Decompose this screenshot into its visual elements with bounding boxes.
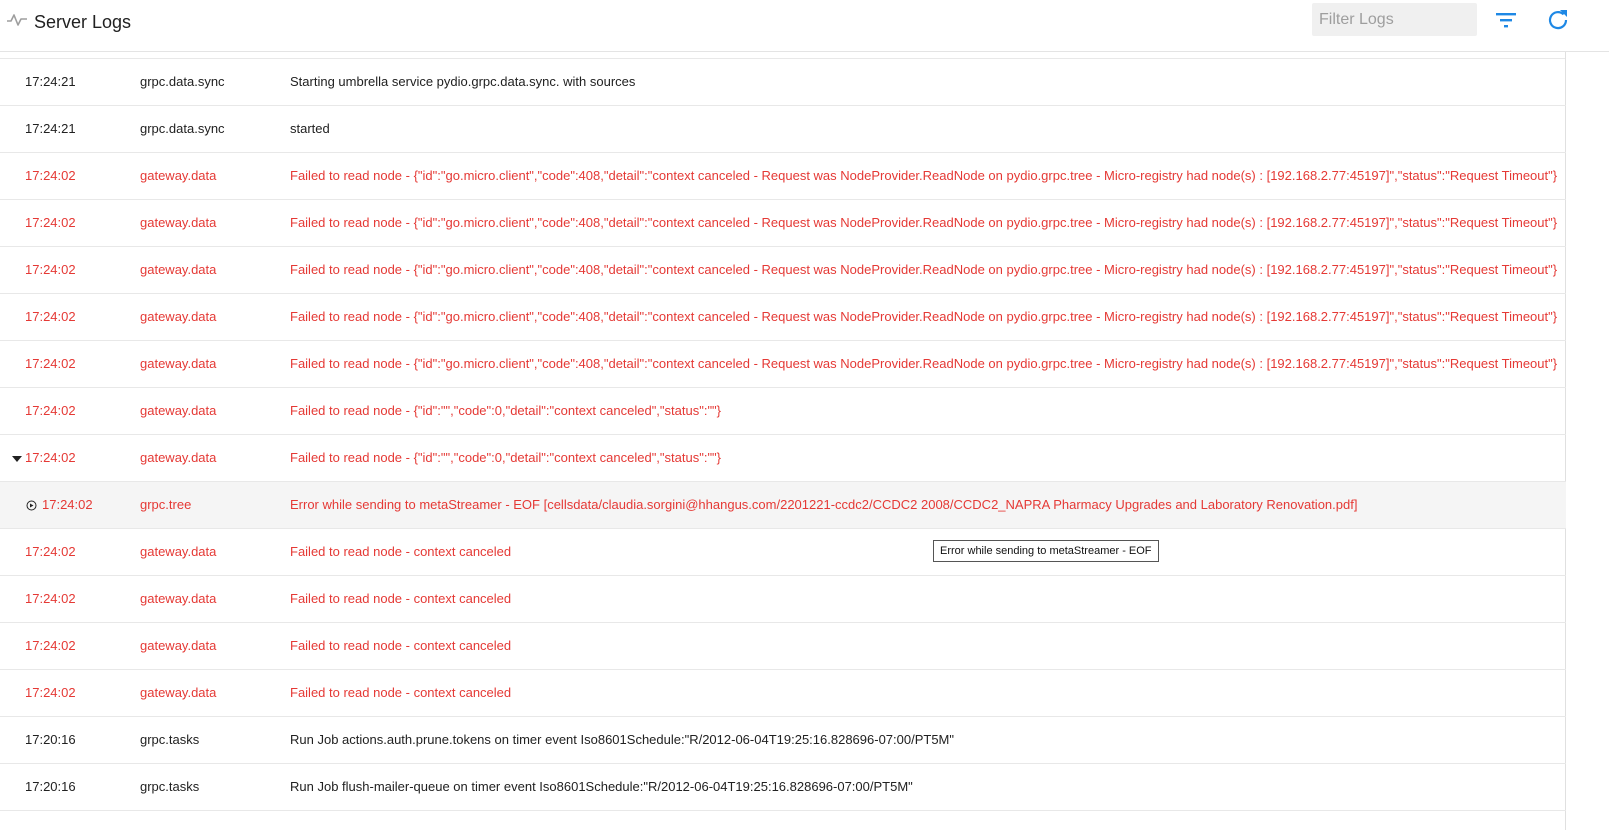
log-service: grpc.tree xyxy=(140,497,192,512)
filter-list-icon[interactable] xyxy=(1494,10,1518,30)
child-entry-icon xyxy=(26,500,37,511)
log-service: grpc.data.sync xyxy=(140,74,225,89)
log-time: 17:20:16 xyxy=(25,779,76,794)
log-message: Failed to read node - {"id":"","code":0,… xyxy=(290,403,722,418)
log-message: started xyxy=(290,121,330,136)
log-service: grpc.tasks xyxy=(140,732,200,747)
log-row[interactable]: 17:24:02 gateway.data Failed to read node … xyxy=(0,294,1566,341)
log-message: Failed to read node - {"id":"go.micro.cl… xyxy=(290,309,1558,324)
log-service: gateway.data xyxy=(140,544,217,559)
log-message: Failed to read node - context canceled xyxy=(290,685,512,700)
refresh-icon[interactable] xyxy=(1546,8,1570,32)
message-tooltip: Error while sending to metaStreamer - EO… xyxy=(933,540,1159,562)
page-title: Server Logs xyxy=(34,12,132,32)
log-message: Failed to read node - {"id":"go.micro.cl… xyxy=(290,356,1558,371)
log-time: 17:24:02 xyxy=(42,497,93,512)
log-row[interactable]: 17:24:02 gateway.data Failed to read node … xyxy=(0,153,1566,200)
log-service: gateway.data xyxy=(140,591,217,606)
app-header: Server Logs xyxy=(0,0,1609,52)
log-service: gateway.data xyxy=(140,356,217,371)
expand-caret-icon[interactable] xyxy=(12,456,22,462)
log-message: Run Job actions.auth.prune.tokens on tim… xyxy=(290,732,954,747)
log-row[interactable]: 17:24:02 gateway.data Failed to read node … xyxy=(0,670,1566,717)
log-message: Starting umbrella service pydio.grpc.dat… xyxy=(290,74,636,89)
log-service: gateway.data xyxy=(140,168,217,183)
log-row-detail[interactable]: 17:24:02 grpc.tree Error while sending to … xyxy=(0,482,1566,529)
filter-logs-input[interactable] xyxy=(1312,3,1477,36)
log-time: 17:24:02 xyxy=(25,168,76,183)
log-time: 17:24:02 xyxy=(25,215,76,230)
log-time: 17:24:02 xyxy=(25,262,76,277)
log-service: grpc.data.sync xyxy=(140,121,225,136)
log-time: 17:24:21 xyxy=(25,121,76,136)
log-time: 17:24:02 xyxy=(25,638,76,653)
log-time: 17:24:21 xyxy=(25,74,76,89)
log-message: Failed to read node - context canceled xyxy=(290,591,512,606)
log-row[interactable]: 17:24:21 grpc.data.sync Starting umbrella … xyxy=(0,59,1566,106)
log-time: 17:24:02 xyxy=(25,356,76,371)
log-time: 17:24:02 xyxy=(25,685,76,700)
log-row[interactable]: 17:24:02 gateway.data Failed to read node … xyxy=(0,576,1566,623)
log-row[interactable]: 17:24:02 gateway.data Failed to read node … xyxy=(0,200,1566,247)
log-service: gateway.data xyxy=(140,403,217,418)
log-service: gateway.data xyxy=(140,215,217,230)
log-row[interactable]: 17:24:21 grpc.data.sync started xyxy=(0,106,1566,153)
log-service: gateway.data xyxy=(140,309,217,324)
log-row[interactable]: 17:24:02 gateway.data Failed to read node … xyxy=(0,247,1566,294)
log-message: Failed to read node - {"id":"","code":0,… xyxy=(290,450,722,465)
log-message: Failed to read node - context canceled xyxy=(290,544,512,559)
log-time: 17:24:02 xyxy=(25,591,76,606)
log-row[interactable]: 17:24:02 gateway.data Failed to read node … xyxy=(0,529,1566,576)
pulse-icon xyxy=(7,14,27,26)
log-row[interactable]: 17:24:02 gateway.data Failed to read node … xyxy=(0,341,1566,388)
log-message: Run Job flush-mailer-queue on timer even… xyxy=(290,779,913,794)
log-service: gateway.data xyxy=(140,638,217,653)
log-service: grpc.tasks xyxy=(140,779,200,794)
log-row[interactable]: 17:24:02 gateway.data Failed to read node … xyxy=(0,388,1566,435)
log-time: 17:24:02 xyxy=(25,403,76,418)
log-service: gateway.data xyxy=(140,450,217,465)
log-time: 17:20:16 xyxy=(25,732,76,747)
log-service: gateway.data xyxy=(140,262,217,277)
log-row[interactable]: 17:20:16 grpc.tasks Run Job actions.auth.p… xyxy=(0,717,1566,764)
log-message: Error while sending to metaStreamer - EO… xyxy=(290,497,1358,512)
log-service: gateway.data xyxy=(140,685,217,700)
log-message: Failed to read node - {"id":"go.micro.cl… xyxy=(290,215,1558,230)
log-time: 17:24:02 xyxy=(25,309,76,324)
log-time: 17:24:02 xyxy=(25,544,76,559)
log-message: Failed to read node - {"id":"go.micro.cl… xyxy=(290,168,1558,183)
log-row[interactable]: 17:24:02 gateway.data Failed to read node … xyxy=(0,435,1566,482)
log-list: 17:24:21 grpc.data.sync Starting umbrella … xyxy=(0,59,1566,811)
log-message: Failed to read node - {"id":"go.micro.cl… xyxy=(290,262,1558,277)
log-row[interactable]: 17:24:02 gateway.data Failed to read node … xyxy=(0,623,1566,670)
log-time: 17:24:02 xyxy=(25,450,76,465)
log-message: Failed to read node - context canceled xyxy=(290,638,512,653)
log-row[interactable]: 17:20:16 grpc.tasks Run Job flush-mailer-q… xyxy=(0,764,1566,811)
